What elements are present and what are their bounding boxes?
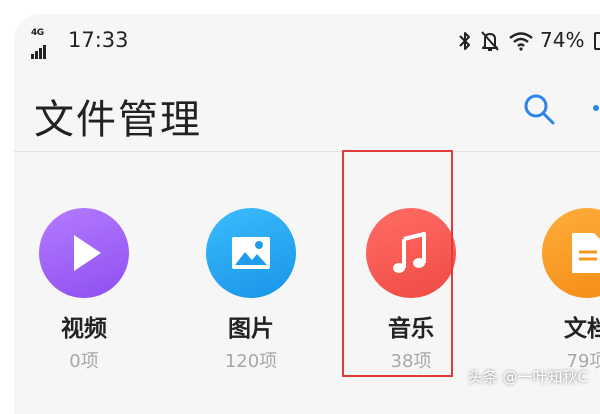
battery-icon	[594, 32, 600, 50]
watermark: 头条 @一叶知秋C	[467, 368, 588, 386]
wifi-icon	[509, 32, 533, 51]
category-label: 文档	[564, 316, 600, 342]
category-count: 120项	[224, 351, 278, 372]
cellular-signal-icon: 4G	[31, 28, 67, 59]
notifications-muted-icon	[481, 31, 499, 51]
more-options-icon[interactable]	[590, 100, 600, 116]
category-label: 视频	[61, 316, 107, 342]
bluetooth-icon	[459, 32, 470, 50]
play-icon	[74, 235, 101, 271]
status-bar: 4G 17:33 74%	[14, 14, 600, 68]
search-icon[interactable]	[522, 92, 556, 126]
image-icon	[232, 237, 270, 269]
battery-percentage: 74%	[540, 28, 585, 52]
highlight-box	[342, 150, 453, 377]
category-documents-icon-circle	[542, 208, 600, 298]
category-video-icon-circle	[39, 208, 129, 298]
status-time: 17:33	[68, 28, 129, 52]
page-title: 文件管理	[34, 97, 202, 143]
header-divider	[14, 151, 600, 152]
network-type: 4G	[31, 28, 44, 38]
file-manager-screen: 4G 17:33 74% 文件管理 视频 0项 图片 120项 音乐 38项 文…	[14, 14, 600, 414]
category-label: 图片	[228, 316, 274, 342]
category-images[interactable]: 图片 120项	[196, 208, 306, 373]
category-images-icon-circle	[206, 208, 296, 298]
category-count: 0项	[69, 351, 99, 372]
category-video[interactable]: 视频 0项	[29, 208, 139, 373]
category-documents[interactable]: 文档 79项	[532, 208, 600, 373]
document-icon	[572, 233, 600, 273]
